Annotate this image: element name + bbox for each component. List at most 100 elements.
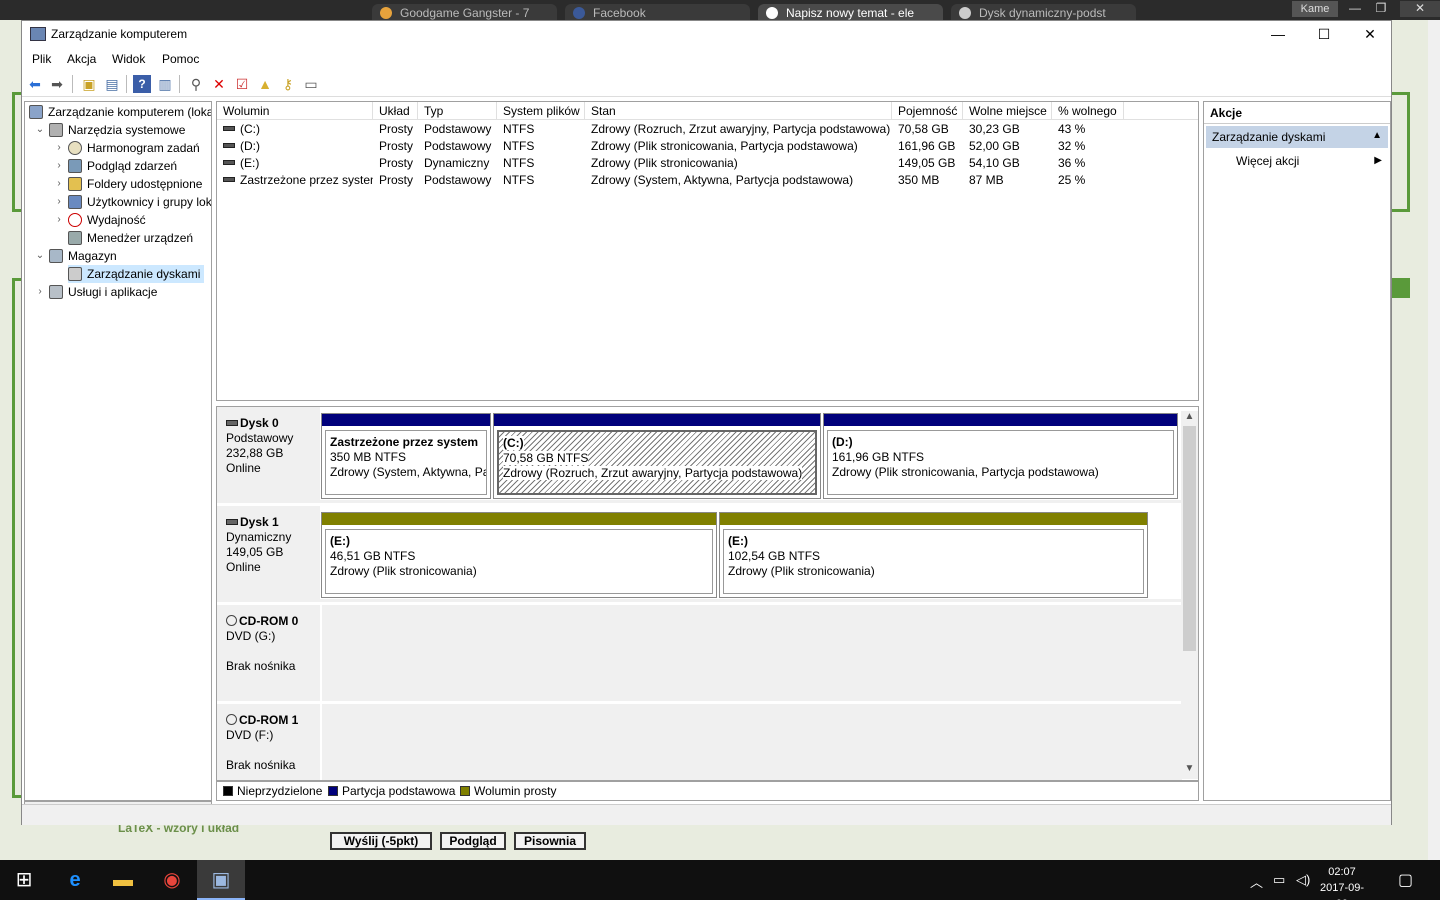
actions-section-disk-management[interactable]: Zarządzanie dyskami ▲ xyxy=(1206,126,1388,148)
more-actions-item[interactable]: Więcej akcji ▶ xyxy=(1204,152,1390,172)
column-header-volume[interactable]: Wolumin xyxy=(217,102,373,120)
collapse-triangle-icon[interactable]: ▲ xyxy=(1372,130,1382,141)
disk-row-cdrom-0[interactable]: CD-ROM 0 DVD (G:) Brak nośnika xyxy=(217,605,1182,701)
tree-item-storage[interactable]: ⌄ Magazyn xyxy=(36,247,117,265)
scroll-down-icon[interactable]: ▼ xyxy=(1181,763,1198,774)
table-row[interactable]: (E:) Prosty Dynamiczny NTFS Zdrowy (Plik str… xyxy=(217,155,1198,172)
column-header-status[interactable]: Stan xyxy=(585,102,892,120)
spellcheck-button[interactable]: Pisownia xyxy=(514,832,586,850)
tree-item-local-users[interactable]: › Użytkownicy i grupy lok xyxy=(57,193,211,211)
table-row[interactable]: (C:) Prosty Podstawowy NTFS Zdrowy (Rozruch,… xyxy=(217,121,1198,138)
help-icon[interactable]: ? xyxy=(133,75,151,93)
table-row[interactable]: (D:) Prosty Podstawowy NTFS Zdrowy (Plik str… xyxy=(217,138,1198,155)
menu-pomoc[interactable]: Pomoc xyxy=(162,52,199,66)
tree-item-task-scheduler[interactable]: › Harmonogram zadań xyxy=(57,139,200,157)
back-arrow-icon[interactable]: ⬅ xyxy=(26,75,44,93)
menu-plik[interactable]: Plik xyxy=(32,52,51,66)
scroll-up-icon[interactable]: ▲ xyxy=(1181,411,1198,422)
connect-icon[interactable]: ⚲ xyxy=(187,75,205,93)
partition-system-reserved[interactable]: Zastrzeżone przez system 350 MB NTFS Zdr… xyxy=(321,413,491,499)
disk-row-1[interactable]: Dysk 1 Dynamiczny 149,05 GB Online (E:) … xyxy=(217,506,1182,602)
send-button[interactable]: Wyślij (-5pkt) xyxy=(330,832,432,850)
volume-icon[interactable]: ◁) xyxy=(1296,872,1310,888)
expand-arrow-icon[interactable]: › xyxy=(53,139,65,157)
collapse-arrow-icon[interactable]: ⌄ xyxy=(34,121,46,139)
disk-row-0[interactable]: Dysk 0 Podstawowy 232,88 GB Online Zastr… xyxy=(217,407,1182,503)
browser-tab-active[interactable]: Napisz nowy temat - ele xyxy=(758,4,943,20)
tree-item-services-apps[interactable]: › Usługi i aplikacje xyxy=(38,283,157,301)
browser-user-badge[interactable]: Kame xyxy=(1292,1,1338,17)
tree-item-event-viewer[interactable]: › Podgląd zdarzeń xyxy=(57,157,177,175)
disk-view-vertical-scrollbar[interactable]: ▲ ▼ xyxy=(1181,411,1198,779)
expand-arrow-icon[interactable]: › xyxy=(53,157,65,175)
check-icon[interactable]: ☑ xyxy=(233,75,251,93)
list-icon[interactable]: ▭ xyxy=(302,75,320,93)
partition-e-1[interactable]: (E:) 46,51 GB NTFS Zdrowy (Plik stronico… xyxy=(321,512,717,598)
computer-management-taskbar-icon[interactable]: ▣ xyxy=(197,860,245,900)
minimize-button[interactable]: — xyxy=(1255,21,1301,49)
column-header-type[interactable]: Typ xyxy=(418,102,497,120)
taskbar-clock[interactable]: 02:07 2017-09-09 xyxy=(1318,864,1366,900)
file-explorer-icon[interactable]: ▬ xyxy=(99,860,147,900)
tree-root[interactable]: Zarządzanie komputerem (loka xyxy=(29,103,211,121)
up-folder-icon[interactable]: ▣ xyxy=(80,75,98,93)
tree-item-device-manager[interactable]: Menedżer urządzeń xyxy=(68,229,193,247)
expand-arrow-icon[interactable]: › xyxy=(53,193,65,211)
maximize-button[interactable]: ☐ xyxy=(1301,21,1347,49)
expand-arrow-icon[interactable]: › xyxy=(34,283,46,301)
browser-minimize-button[interactable]: — xyxy=(1342,1,1368,17)
partition-body[interactable]: (E:) 46,51 GB NTFS Zdrowy (Plik stronico… xyxy=(325,529,713,594)
search-icon[interactable]: ⚷ xyxy=(279,75,297,93)
forward-arrow-icon[interactable]: ➡ xyxy=(48,75,66,93)
column-header-filesystem[interactable]: System plików xyxy=(497,102,585,120)
background-scrollbar[interactable] xyxy=(1428,20,1440,860)
browser-close-button[interactable]: ✕ xyxy=(1400,1,1440,17)
disk-label[interactable]: Dysk 0 Podstawowy 232,88 GB Online xyxy=(217,407,320,503)
tree-item-shared-folders[interactable]: › Foldery udostępnione xyxy=(57,175,202,193)
menu-akcja[interactable]: Akcja xyxy=(67,52,96,66)
start-windows-icon[interactable]: ⊞ xyxy=(0,860,48,900)
column-header-percent-free[interactable]: % wolnego xyxy=(1052,102,1124,120)
chrome-icon[interactable]: ◉ xyxy=(148,860,196,900)
disk-label[interactable]: Dysk 1 Dynamiczny 149,05 GB Online xyxy=(217,506,320,602)
edge-browser-icon[interactable]: e xyxy=(51,860,99,900)
partition-body[interactable]: Zastrzeżone przez system 350 MB NTFS Zdr… xyxy=(325,430,487,495)
title-bar[interactable]: Zarządzanie komputerem — ☐ ✕ xyxy=(22,21,1391,49)
browser-tab[interactable]: Facebook xyxy=(565,4,750,20)
table-row[interactable]: Zastrzeżone przez system Prosty Podstawowy… xyxy=(217,172,1198,189)
menu-widok[interactable]: Widok xyxy=(112,52,145,66)
partition-body[interactable]: (C:) 70,58 GB NTFS Zdrowy (Rozruch, Zrzu… xyxy=(497,430,817,495)
disk-label[interactable]: CD-ROM 1 DVD (F:) Brak nośnika xyxy=(217,704,320,780)
browser-restore-button[interactable]: ❐ xyxy=(1368,1,1394,17)
disk-row-cdrom-1[interactable]: CD-ROM 1 DVD (F:) Brak nośnika xyxy=(217,704,1182,780)
open-folder-icon[interactable]: ▲ xyxy=(256,75,274,93)
notification-center-icon[interactable]: ▢ xyxy=(1398,870,1413,890)
close-button[interactable]: ✕ xyxy=(1347,21,1393,49)
tree-item-disk-management[interactable]: Zarządzanie dyskami xyxy=(68,265,205,283)
tree-item-system-tools[interactable]: ⌄ Narzędzia systemowe xyxy=(36,121,185,139)
browser-tab[interactable]: Goodgame Gangster - 7 xyxy=(372,4,557,20)
cdrom-empty-area[interactable] xyxy=(320,605,1182,701)
expand-arrow-icon[interactable]: › xyxy=(53,175,65,193)
disk-label[interactable]: CD-ROM 0 DVD (G:) Brak nośnika xyxy=(217,605,320,701)
show-hide-tree-icon[interactable]: ▤ xyxy=(103,75,121,93)
partition-e-2[interactable]: (E:) 102,54 GB NTFS Zdrowy (Plik stronic… xyxy=(719,512,1148,598)
cdrom-empty-area[interactable] xyxy=(320,704,1182,780)
delete-icon[interactable]: ✕ xyxy=(210,75,228,93)
preview-button[interactable]: Podgląd xyxy=(440,832,506,850)
column-header-capacity[interactable]: Pojemność xyxy=(892,102,963,120)
column-header-free-space[interactable]: Wolne miejsce xyxy=(963,102,1052,120)
partition-d[interactable]: (D:) 161,96 GB NTFS Zdrowy (Plik stronic… xyxy=(823,413,1178,499)
partition-body[interactable]: (D:) 161,96 GB NTFS Zdrowy (Plik stronic… xyxy=(827,430,1174,495)
scrollbar-thumb[interactable] xyxy=(1183,426,1196,651)
partition-c[interactable]: (C:) 70,58 GB NTFS Zdrowy (Rozruch, Zrzu… xyxy=(493,413,821,499)
show-hidden-icons-chevron-icon[interactable]: ︿ xyxy=(1250,872,1263,891)
properties-icon[interactable]: ▥ xyxy=(156,75,174,93)
column-header-layout[interactable]: Układ xyxy=(373,102,418,120)
tree-item-performance[interactable]: › Wydajność xyxy=(57,211,146,229)
browser-tab[interactable]: Dysk dynamiczny-podst xyxy=(951,4,1136,20)
expand-arrow-icon[interactable]: › xyxy=(53,211,65,229)
partition-body[interactable]: (E:) 102,54 GB NTFS Zdrowy (Plik stronic… xyxy=(723,529,1144,594)
network-icon[interactable]: ▭ xyxy=(1273,872,1285,888)
collapse-arrow-icon[interactable]: ⌄ xyxy=(34,247,46,265)
